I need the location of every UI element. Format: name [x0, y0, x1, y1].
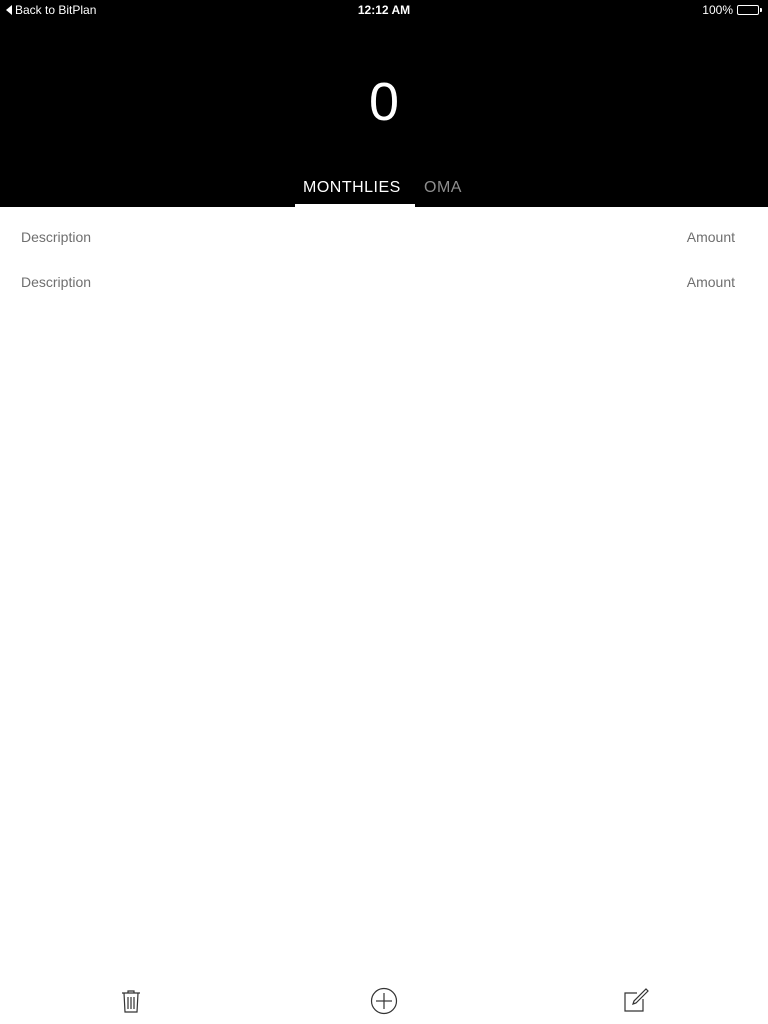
- add-circle-icon: [370, 987, 398, 1015]
- battery-percent: 100%: [702, 3, 733, 17]
- header: Back to BitPlan 12:12 AM 100% 0 MONTHLIE…: [0, 0, 768, 207]
- bottom-toolbar: [0, 974, 768, 1024]
- battery-nub: [760, 8, 762, 12]
- list-item: [0, 214, 768, 259]
- tab-bar: MONTHLIES OMA: [295, 176, 470, 207]
- tab-monthlies[interactable]: MONTHLIES: [295, 176, 415, 207]
- status-bar: Back to BitPlan 12:12 AM 100%: [0, 0, 768, 20]
- compose-icon: [624, 988, 649, 1012]
- list-item: [0, 259, 768, 304]
- amount-input[interactable]: [615, 274, 735, 290]
- status-time: 12:12 AM: [357, 3, 411, 17]
- add-button[interactable]: [369, 986, 399, 1016]
- trash-icon: [122, 990, 140, 1013]
- tab-oma[interactable]: OMA: [415, 176, 470, 207]
- screen: Back to BitPlan 12:12 AM 100% 0 MONTHLIE…: [0, 0, 768, 1024]
- battery-icon: [737, 5, 759, 15]
- description-input[interactable]: [21, 229, 321, 245]
- description-input[interactable]: [21, 274, 321, 290]
- battery-status: 100%: [702, 3, 762, 17]
- amount-input[interactable]: [615, 229, 735, 245]
- total-amount: 0: [368, 72, 400, 132]
- edit-button[interactable]: [621, 986, 651, 1016]
- delete-button[interactable]: [116, 986, 146, 1016]
- entry-list: [0, 214, 768, 304]
- tab-oma-label: OMA: [424, 179, 462, 196]
- tab-monthlies-label: MONTHLIES: [303, 179, 401, 196]
